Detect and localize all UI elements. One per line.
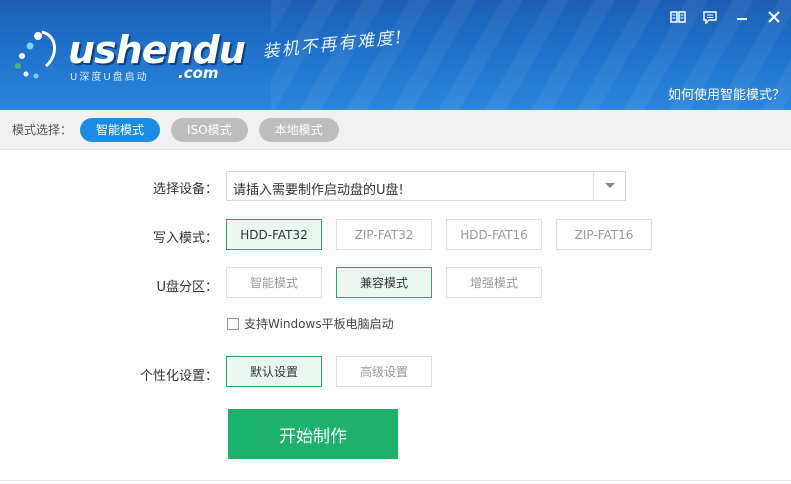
write-hdd-fat16-button[interactable]: HDD-FAT16 xyxy=(446,219,542,250)
start-button[interactable]: 开始制作 xyxy=(228,409,398,459)
logo-domain: .com xyxy=(178,64,219,82)
mode-local-button[interactable]: 本地模式 xyxy=(258,117,339,142)
mode-label: 模式选择： xyxy=(12,123,73,137)
write-hdd-fat32-button[interactable]: HDD-FAT32 xyxy=(226,219,322,250)
tablet-boot-label: 支持Windows平板电脑启动 xyxy=(244,317,394,331)
personal-default-button[interactable]: 默认设置 xyxy=(226,356,322,387)
mode-smart-button[interactable]: 智能模式 xyxy=(80,117,161,142)
mode-iso-button[interactable]: ISO模式 xyxy=(171,117,248,142)
tablet-boot-checkbox[interactable] xyxy=(227,317,239,330)
partition-smart-button[interactable]: 智能模式 xyxy=(226,267,322,298)
personal-advanced-button[interactable]: 高级设置 xyxy=(336,356,432,387)
write-zip-fat32-button[interactable]: ZIP-FAT32 xyxy=(336,219,432,250)
device-select[interactable]: 请插入需要制作启动盘的U盘! xyxy=(226,171,626,201)
divider xyxy=(0,480,791,481)
partition-compat-button[interactable]: 兼容模式 xyxy=(336,267,432,298)
logo-swirl-icon xyxy=(15,30,56,79)
tablet-boot-option[interactable]: 支持Windows平板电脑启动 xyxy=(227,315,394,332)
chat-icon[interactable] xyxy=(701,8,719,26)
partition-label: U盘分区： xyxy=(156,280,218,295)
help-link[interactable]: 如何使用智能模式？ xyxy=(668,84,785,103)
device-select-value: 请插入需要制作启动盘的U盘! xyxy=(233,183,404,198)
write-zip-fat16-button[interactable]: ZIP-FAT16 xyxy=(556,219,652,250)
minimize-icon[interactable] xyxy=(733,8,751,26)
logo-subtext: U深度U盘启动 xyxy=(70,72,149,83)
close-icon[interactable] xyxy=(765,8,783,26)
write-mode-label: 写入模式： xyxy=(152,231,218,246)
book-icon[interactable] xyxy=(669,8,687,26)
logo: ushendu U深度U盘启动 .com xyxy=(8,20,248,90)
mode-bar: 模式选择： 智能模式 ISO模式 本地模式 xyxy=(0,110,791,150)
personal-label: 个性化设置： xyxy=(139,369,218,384)
partition-enhanced-button[interactable]: 增强模式 xyxy=(446,267,542,298)
device-label: 选择设备： xyxy=(152,182,218,197)
window-controls xyxy=(669,8,783,26)
header-banner: ushendu U深度U盘启动 .com 装机不再有难度! 如何使用智能模式？ xyxy=(0,0,791,110)
chevron-down-icon[interactable] xyxy=(593,172,625,200)
